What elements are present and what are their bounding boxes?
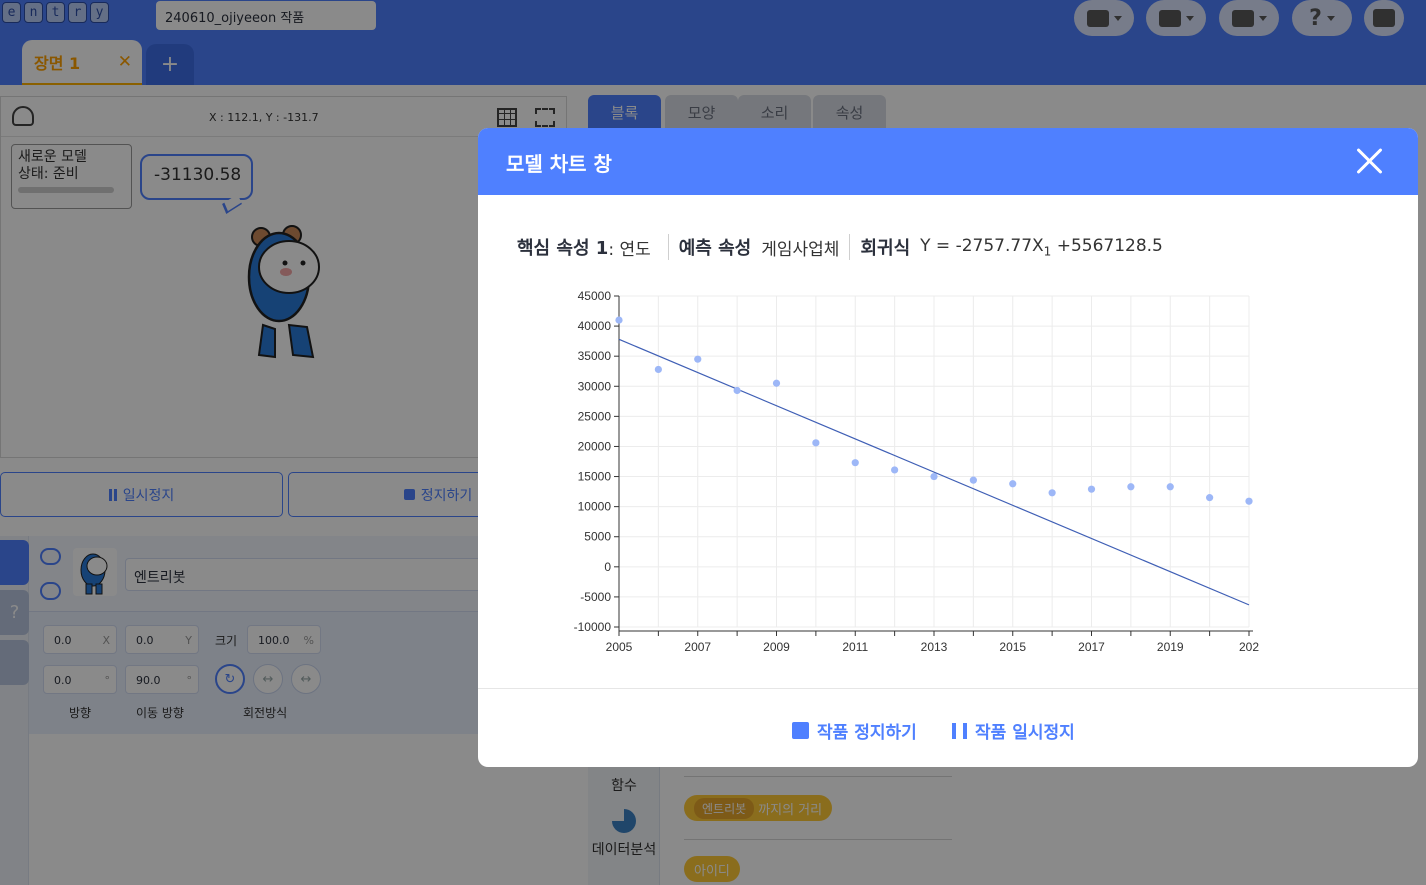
y-tick-label: 20000 (578, 439, 612, 453)
project-stop-label: 작품 정지하기 (817, 723, 917, 743)
project-stop-button[interactable]: 작품 정지하기 (792, 718, 917, 743)
data-point (969, 476, 977, 484)
regression-formula: Y = -2757.77X1 +5567128.5 (920, 236, 1163, 258)
data-point (930, 472, 938, 481)
y-tick-label: 15000 (578, 470, 612, 484)
data-point (891, 466, 899, 474)
data-point (851, 459, 859, 467)
modal-header: 모델 차트 창 (478, 128, 1418, 195)
x-tick-label: 2013 (921, 640, 948, 654)
data-point (654, 365, 662, 374)
y-tick-label: 5000 (584, 530, 611, 544)
project-pause-button[interactable]: 작품 일시정지 (952, 718, 1075, 743)
y-tick-label: 35000 (578, 349, 612, 363)
x-tick-label: 202 (1239, 640, 1259, 654)
y-tick-label: -5000 (580, 590, 611, 604)
data-point (1009, 480, 1017, 488)
data-point (772, 379, 781, 387)
y-tick-label: 10000 (578, 500, 612, 514)
predict-attribute-value: 게임사업체 (761, 239, 840, 260)
pause-icon (952, 722, 967, 739)
x-tick-label: 2005 (606, 640, 633, 654)
x-tick-label: 2007 (684, 640, 711, 654)
y-tick-label: 45000 (578, 289, 612, 303)
x-tick-label: 2011 (842, 640, 868, 654)
x-tick-label: 2019 (1157, 640, 1184, 654)
x-tick-label: 2015 (999, 640, 1026, 654)
data-point (812, 439, 820, 447)
y-tick-label: -10000 (574, 620, 612, 634)
formula-suffix: +5567128.5 (1051, 235, 1163, 256)
y-tick-label: 0 (604, 560, 611, 574)
data-point (1206, 494, 1214, 502)
close-icon[interactable] (1355, 146, 1385, 176)
data-point (733, 386, 741, 395)
regression-formula-label: 회귀식 (860, 238, 911, 259)
model-info-row: 핵심 속성 1 : 연도 예측 속성 게임사업체 회귀식 Y = -2757.7… (517, 232, 1163, 262)
data-point (1166, 483, 1174, 491)
separator (667, 234, 669, 260)
modal-title: 모델 차트 창 (506, 152, 612, 176)
core-attribute-value: : 연도 (608, 239, 651, 260)
data-point (1127, 483, 1135, 491)
y-tick-label: 30000 (578, 379, 612, 393)
y-tick-label: 25000 (578, 409, 612, 423)
data-point (694, 355, 702, 363)
data-point (615, 316, 623, 324)
predict-attribute-label: 예측 속성 (678, 238, 752, 259)
x-tick-label: 2017 (1078, 640, 1105, 654)
model-chart-modal: 모델 차트 창 핵심 속성 1 : 연도 예측 속성 게임사업체 회귀식 Y =… (478, 128, 1418, 767)
stop-icon (792, 722, 809, 739)
regression-chart: 45000 40000 35000 30000 25000 20000 15000 10000… (574, 289, 1260, 654)
core-attribute-label: 핵심 속성 1 (517, 238, 609, 259)
project-pause-label: 작품 일시정지 (975, 723, 1075, 743)
formula-prefix: Y = -2757.77X (920, 235, 1044, 256)
separator (849, 234, 851, 260)
data-point (1245, 497, 1253, 505)
x-tick-label: 2009 (763, 640, 790, 654)
data-point (1087, 485, 1096, 493)
y-tick-label: 40000 (578, 319, 612, 333)
data-point (1048, 489, 1056, 497)
modal-footer-divider (478, 688, 1418, 689)
